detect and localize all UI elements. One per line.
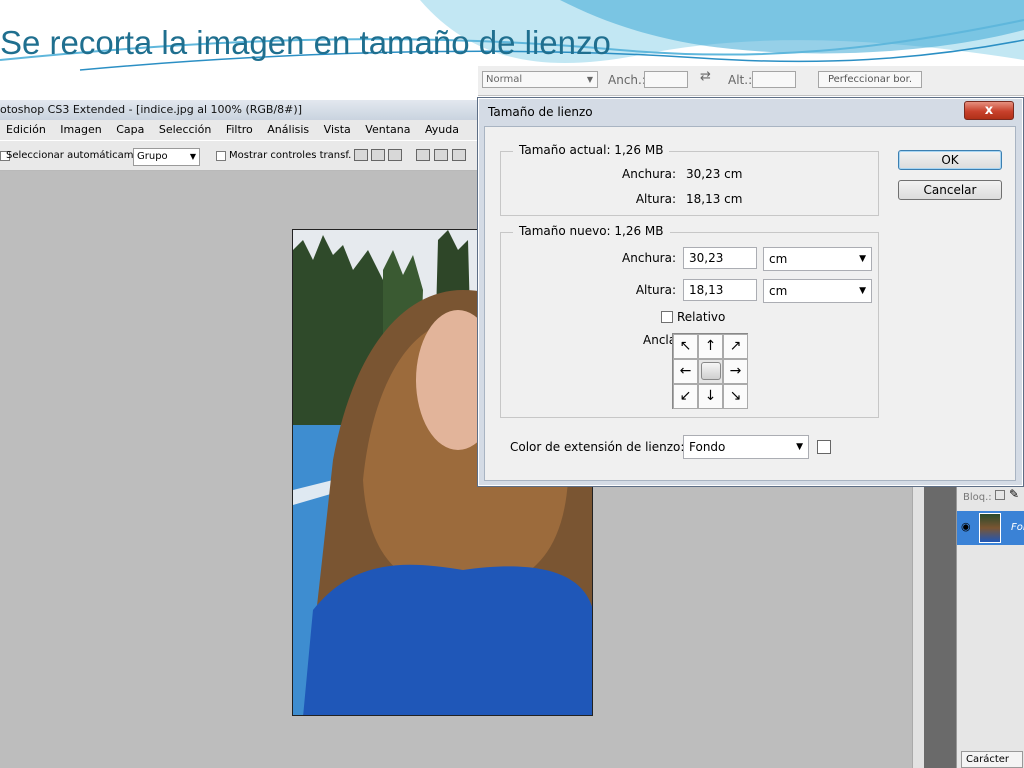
mode-select-value: Normal [486, 74, 523, 85]
lock-transparency-icon[interactable] [995, 490, 1005, 500]
arrow-icon: ↙ [679, 388, 692, 404]
align-middle-icon[interactable] [371, 149, 385, 161]
menu-edicion[interactable]: Edición [0, 120, 51, 136]
align-bottom-icon[interactable] [388, 149, 402, 161]
anchor-top-right[interactable]: ↗ [723, 334, 748, 359]
new-height-input[interactable]: 18,13 [683, 279, 757, 301]
arrow-icon: ↗ [729, 338, 742, 354]
new-width-label: Anchura: [622, 251, 676, 265]
close-button[interactable]: x [964, 101, 1014, 120]
anchor-bottom-left[interactable]: ↙ [673, 384, 698, 409]
current-height-value: 18,13 cm [686, 192, 743, 206]
extension-color-label: Color de extensión de lienzo: [510, 440, 685, 454]
slide-title: Se recorta la imagen en tamaño de lienzo [0, 24, 611, 61]
height-unit-select[interactable]: cm ▼ [763, 279, 872, 303]
chevron-down-icon: ▼ [859, 254, 866, 264]
align-center-icon[interactable] [434, 149, 448, 161]
panel-divider [924, 485, 956, 768]
arrow-icon: ↘ [729, 388, 742, 404]
width-unit-select[interactable]: cm ▼ [763, 247, 872, 271]
anchor-top[interactable]: ↑ [698, 334, 723, 359]
align-top-icon[interactable] [354, 149, 368, 161]
ps-options-bar: Seleccionar automáticamente: Grupo ▼ Mos… [0, 141, 480, 171]
chevron-down-icon: ▼ [189, 152, 196, 161]
dialog-body: Tamaño actual: 1,26 MB Anchura: 30,23 cm… [484, 126, 1016, 481]
relative-label: Relativo [677, 310, 726, 324]
arrow-icon: ← [679, 363, 692, 379]
new-height-label: Altura: [635, 283, 676, 297]
anchor-bottom[interactable]: ↓ [698, 384, 723, 409]
menu-ayuda[interactable]: Ayuda [419, 120, 464, 136]
current-width-value: 30,23 cm [686, 167, 743, 181]
menu-imagen[interactable]: Imagen [54, 120, 106, 136]
arrow-icon: ↓ [704, 388, 717, 404]
brush-icon[interactable]: ✎ [1009, 487, 1019, 501]
layers-panel: Bloq.: ✎ ◉ Fon Carácter [956, 485, 1024, 768]
width-label: Anch.: [608, 73, 646, 87]
new-width-input[interactable]: 30,23 [683, 247, 757, 269]
menu-filtro[interactable]: Filtro [220, 120, 258, 136]
chevron-down-icon: ▼ [796, 442, 803, 452]
extension-color-swatch[interactable] [817, 440, 831, 454]
menu-capa[interactable]: Capa [110, 120, 149, 136]
anchor-grid: ↖ ↑ ↗ ← → ↙ ↓ ↘ [672, 333, 748, 409]
layer-name: Fon [1011, 522, 1024, 533]
arrow-icon: ↑ [704, 338, 717, 354]
anchor-left[interactable]: ← [673, 359, 698, 384]
width-unit-value: cm [769, 252, 788, 266]
height-unit-value: cm [769, 284, 788, 298]
extension-color-value: Fondo [689, 440, 726, 454]
ps-top-options-strip: Normal ▼ Anch.: ⇄ Alt.: Perfeccionar bor… [478, 66, 1024, 96]
menu-seleccion[interactable]: Selección [153, 120, 216, 136]
current-width-label: Anchura: [622, 167, 676, 181]
current-size-title: Tamaño actual: 1,26 MB [513, 143, 670, 157]
arrow-icon: ↖ [679, 338, 692, 354]
refine-edge-button[interactable]: Perfeccionar bor. [818, 71, 922, 88]
cancel-button[interactable]: Cancelar [898, 180, 1002, 200]
mode-select[interactable]: Normal ▼ [482, 71, 598, 88]
chevron-down-icon: ▼ [586, 75, 593, 84]
anchor-bottom-right[interactable]: ↘ [723, 384, 748, 409]
align-right-icon[interactable] [452, 149, 466, 161]
menu-vista[interactable]: Vista [318, 120, 356, 136]
show-transform-label: Mostrar controles transf. [229, 150, 352, 161]
chevron-down-icon: ▼ [859, 286, 866, 296]
relative-checkbox[interactable] [661, 311, 673, 323]
current-height-label: Altura: [635, 192, 676, 206]
dialog-title: Tamaño de lienzo [488, 105, 593, 119]
arrow-icon: → [729, 363, 742, 379]
ps-window-title: otoshop CS3 Extended - [indice.jpg al 10… [0, 100, 480, 120]
height-label: Alt.: [728, 73, 753, 87]
width-field[interactable] [644, 71, 688, 88]
align-left-icon[interactable] [416, 149, 430, 161]
anchor-knob [700, 362, 721, 380]
ps-menubar: Edición Imagen Capa Selección Filtro Aná… [0, 120, 480, 140]
extension-color-select[interactable]: Fondo ▼ [683, 435, 809, 459]
layer-row[interactable]: ◉ Fon [957, 511, 1024, 545]
menu-ventana[interactable]: Ventana [359, 120, 415, 136]
auto-select-value: Grupo [137, 151, 168, 162]
new-size-title: Tamaño nuevo: 1,26 MB [513, 224, 670, 238]
auto-select-dropdown[interactable]: Grupo ▼ [133, 148, 200, 166]
layer-thumbnail [979, 513, 1001, 543]
height-field[interactable] [752, 71, 796, 88]
close-icon: x [984, 103, 994, 118]
tab-caracter[interactable]: Carácter [961, 751, 1023, 768]
ok-button[interactable]: OK [898, 150, 1002, 170]
anchor-top-left[interactable]: ↖ [673, 334, 698, 359]
anchor-right[interactable]: → [723, 359, 748, 384]
eye-icon[interactable]: ◉ [961, 520, 971, 533]
canvas-size-dialog: Tamaño de lienzo x Tamaño actual: 1,26 M… [477, 97, 1024, 487]
show-transform-checkbox[interactable] [216, 151, 226, 161]
menu-analisis[interactable]: Análisis [261, 120, 314, 136]
lock-label: Bloq.: [963, 492, 992, 503]
current-size-group: Tamaño actual: 1,26 MB Anchura: 30,23 cm… [500, 143, 879, 216]
anchor-center[interactable] [698, 359, 723, 384]
swap-icon[interactable]: ⇄ [700, 69, 711, 84]
